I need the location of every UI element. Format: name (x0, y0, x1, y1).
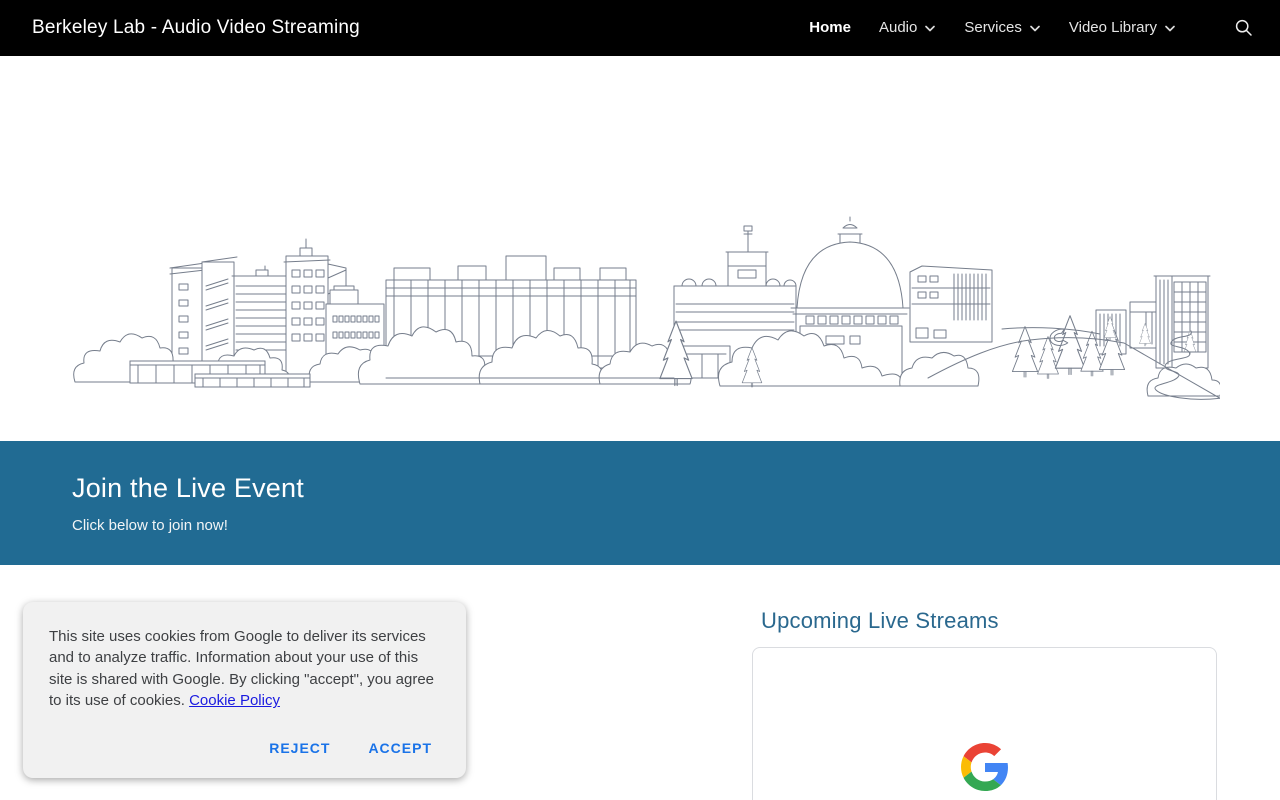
campus-skyline-illustration (73, 216, 1220, 400)
chevron-down-icon (1030, 25, 1040, 32)
main-nav: Home Audio Services Video Library (809, 0, 1264, 56)
google-g-logo-icon (960, 743, 1008, 791)
site-header: Berkeley Lab - Audio Video Streaming Hom… (0, 0, 1280, 56)
nav-item-services[interactable]: Services (964, 0, 1041, 56)
accept-button[interactable]: ACCEPT (356, 732, 444, 764)
live-event-banner: Join the Live Event Click below to join … (0, 441, 1280, 565)
site-title[interactable]: Berkeley Lab - Audio Video Streaming (32, 17, 360, 39)
hero-section (0, 56, 1280, 441)
chevron-down-icon (925, 25, 936, 32)
cookie-consent-dialog: This site uses cookies from Google to de… (23, 602, 466, 778)
calendar-embed-card[interactable] (752, 647, 1217, 800)
upcoming-streams-heading: Upcoming Live Streams (761, 608, 999, 633)
banner-subtitle: Click below to join now! (72, 517, 228, 534)
nav-item-home[interactable]: Home (809, 0, 851, 56)
nav-item-home-label: Home (809, 19, 851, 36)
nav-item-audio[interactable]: Audio (879, 0, 936, 56)
cookie-message: This site uses cookies from Google to de… (49, 626, 444, 712)
nav-item-video-library[interactable]: Video Library (1069, 0, 1176, 56)
chevron-down-icon (1165, 25, 1175, 32)
cookie-policy-link[interactable]: Cookie Policy (189, 692, 280, 709)
banner-title: Join the Live Event (72, 473, 304, 503)
reject-button[interactable]: REJECT (257, 732, 342, 764)
search-icon[interactable] (1232, 16, 1256, 40)
cookie-actions: REJECT ACCEPT (49, 732, 444, 764)
nav-item-video-library-label: Video Library (1068, 19, 1157, 36)
nav-item-audio-label: Audio (878, 19, 918, 36)
nav-item-services-label: Services (964, 19, 1022, 36)
